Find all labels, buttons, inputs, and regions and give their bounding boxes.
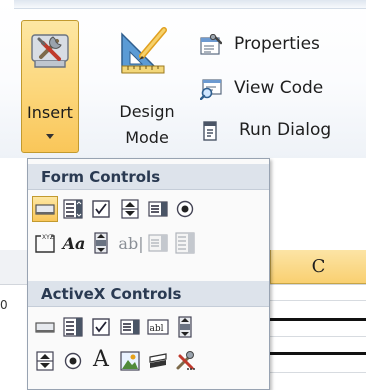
combo-list-edit-form-control[interactable] (146, 231, 170, 255)
view-code-label: View Code (234, 78, 324, 98)
insert-controls-button[interactable]: Insert (21, 20, 79, 153)
toggle-button-icon (149, 353, 167, 368)
combo-drop-down-edit-icon (175, 232, 195, 254)
spin-button-activex[interactable] (33, 349, 57, 373)
text-box-icon: abl (147, 319, 169, 335)
insert-label: Insert (27, 103, 73, 122)
developer-ribbon: Insert Design Mode Properties View Code … (0, 0, 366, 160)
option-button-form-control[interactable] (173, 197, 197, 221)
group-box-icon: XYZ (35, 234, 55, 253)
run-dialog-icon (203, 121, 217, 141)
toggle-button-activex[interactable] (146, 349, 170, 373)
insert-controls-gallery: Form Controls XYZ Aa ab| ActiveX Control… (27, 158, 270, 390)
combo-drop-down-edit-form-control[interactable] (173, 231, 197, 255)
cell-border-line (270, 352, 366, 355)
scroll-bar-icon (178, 316, 192, 338)
check-box-icon (92, 200, 110, 218)
list-box-icon (120, 319, 140, 335)
list-box-icon (148, 201, 168, 217)
toolbox-icon (31, 34, 69, 68)
properties-icon (200, 34, 222, 55)
option-button-icon (176, 200, 194, 218)
scroll-bar-form-control[interactable] (89, 231, 113, 255)
check-box-icon (92, 318, 110, 336)
ruler-pencil-icon (121, 27, 167, 74)
spin-button-form-control[interactable] (118, 197, 142, 221)
column-header-c[interactable]: C (270, 250, 366, 284)
label-icon: A (93, 346, 109, 372)
view-code-button[interactable]: View Code (196, 74, 362, 102)
spin-button-icon (36, 351, 54, 371)
design-mode-button[interactable]: Design Mode (106, 20, 188, 153)
group-box-form-control[interactable]: XYZ (33, 231, 57, 255)
combo-box-form-control[interactable] (61, 197, 85, 221)
run-dialog-button[interactable]: Run Dialog (196, 116, 362, 144)
cell-border-line (270, 318, 366, 321)
design-mode-label-line2: Mode (125, 128, 169, 147)
grid-line (270, 336, 366, 337)
combo-box-icon (63, 317, 83, 337)
text-box-activex[interactable]: abl (146, 315, 170, 339)
dropdown-arrow-icon (46, 134, 54, 139)
command-button-activex[interactable] (33, 315, 57, 339)
scroll-bar-activex[interactable] (173, 315, 197, 339)
text-field-icon: ab| (118, 233, 144, 253)
list-box-form-control[interactable] (146, 197, 170, 221)
grid-line (270, 300, 366, 301)
text-field-form-control[interactable]: ab| (116, 231, 146, 255)
check-box-form-control[interactable] (89, 197, 113, 221)
properties-button[interactable]: Properties (196, 30, 362, 58)
option-button-icon (64, 352, 82, 370)
combo-box-icon (63, 199, 83, 219)
list-box-activex[interactable] (118, 315, 142, 339)
design-mode-label-line1: Design (119, 102, 175, 121)
command-button-icon (35, 322, 55, 333)
button-form-control[interactable] (32, 196, 58, 222)
image-activex[interactable] (118, 349, 142, 373)
svg-text:XYZ: XYZ (42, 234, 54, 241)
more-controls-activex[interactable] (173, 349, 197, 373)
scroll-bar-icon (94, 232, 108, 254)
combo-list-edit-icon (148, 234, 168, 252)
properties-label: Properties (234, 34, 320, 54)
label-activex[interactable]: A (89, 346, 113, 372)
form-controls-header: Form Controls (28, 164, 269, 190)
label-form-control[interactable]: Aa (61, 231, 87, 255)
spin-button-icon (121, 199, 139, 219)
option-button-activex[interactable] (61, 349, 85, 373)
view-code-icon (200, 79, 222, 100)
ribbon-top-edge (14, 0, 366, 9)
activex-controls-header: ActiveX Controls (28, 281, 269, 307)
row-number-fragment: 0 (0, 298, 8, 312)
combo-box-activex[interactable] (61, 315, 85, 339)
grid-line (270, 372, 366, 373)
run-dialog-label: Run Dialog (239, 120, 332, 140)
label-icon: Aa (62, 233, 86, 253)
svg-text:abl: abl (150, 324, 164, 334)
check-box-activex[interactable] (89, 315, 113, 339)
command-button-icon (35, 204, 55, 215)
more-controls-icon (176, 351, 195, 370)
image-icon (120, 351, 140, 371)
